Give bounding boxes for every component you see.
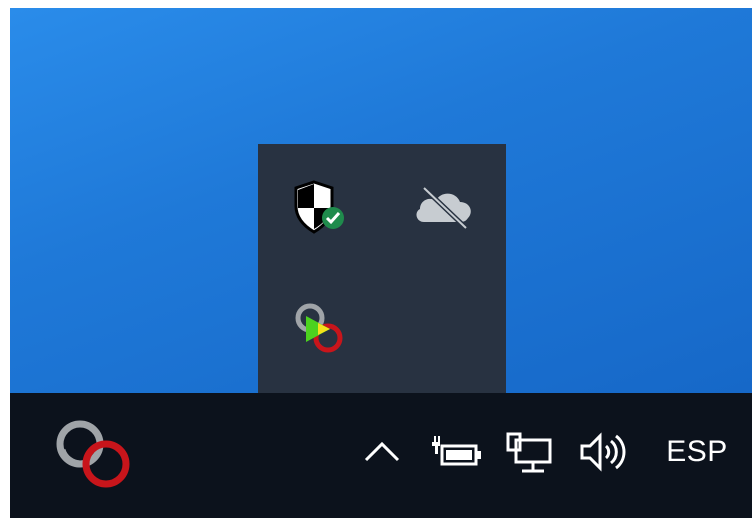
windows-security-shield-icon[interactable]	[290, 178, 350, 236]
volume-icon[interactable]	[576, 430, 630, 474]
language-indicator[interactable]: ESP	[660, 430, 734, 474]
onedrive-offline-icon[interactable]	[410, 182, 478, 232]
app-play-icon[interactable]	[288, 298, 354, 360]
linked-rings-app-icon[interactable]	[48, 414, 140, 494]
screenshot-frame: ESP	[0, 0, 752, 518]
network-icon[interactable]	[502, 430, 556, 476]
power-battery-icon[interactable]	[428, 432, 484, 472]
chevron-up-icon[interactable]	[360, 432, 404, 472]
